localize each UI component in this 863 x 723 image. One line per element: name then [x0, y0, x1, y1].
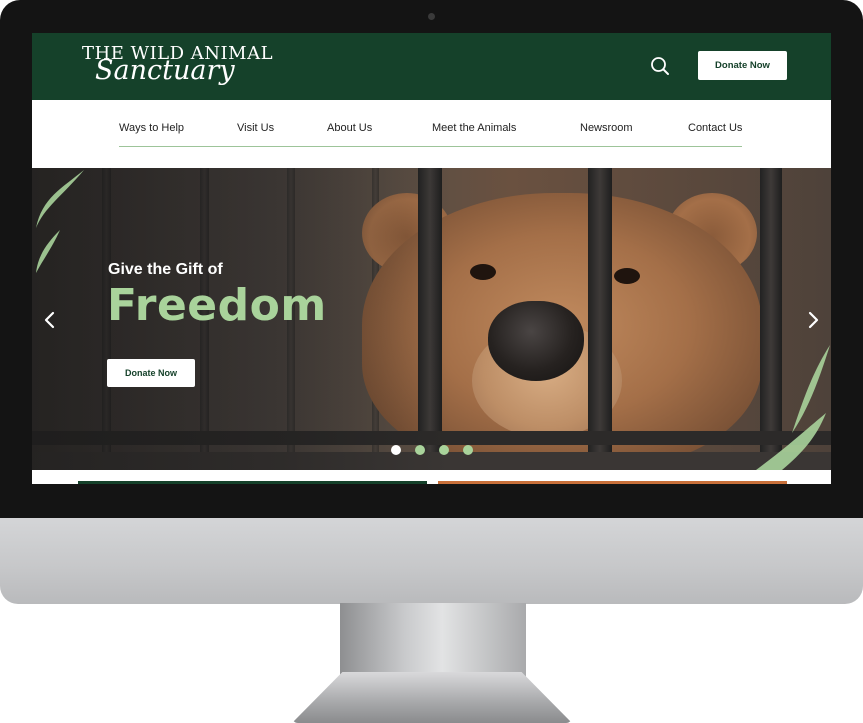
- chevron-right-icon[interactable]: [803, 310, 823, 330]
- nav-item-meet-the-animals[interactable]: Meet the Animals: [432, 122, 516, 134]
- bear-eye-left: [470, 264, 496, 280]
- nav-item-about-us[interactable]: About Us: [327, 122, 372, 134]
- search-icon[interactable]: [650, 56, 670, 76]
- chevron-left-icon[interactable]: [40, 310, 60, 330]
- logo-line-2: Sanctuary: [95, 55, 235, 86]
- slider-dot[interactable]: [415, 445, 425, 455]
- monitor-stand-base: [292, 672, 572, 723]
- main-nav: Ways to Help Visit Us About Us Meet the …: [32, 100, 831, 168]
- hero-title: Freedom: [107, 280, 327, 331]
- leaf-decoration-icon: [756, 345, 830, 470]
- slider-dot[interactable]: [463, 445, 473, 455]
- nav-item-ways-to-help[interactable]: Ways to Help: [119, 122, 184, 134]
- nav-item-visit-us[interactable]: Visit Us: [237, 122, 274, 134]
- nav-item-contact-us[interactable]: Contact Us: [688, 122, 742, 134]
- bear-eye-right: [614, 268, 640, 284]
- leaf-decoration-icon: [36, 170, 84, 273]
- nav-item-newsroom[interactable]: Newsroom: [580, 122, 633, 134]
- hero-kicker: Give the Gift of: [108, 261, 223, 278]
- bear-nose: [488, 301, 584, 381]
- site-logo[interactable]: THE WILD ANIMAL Sanctuary: [82, 43, 282, 95]
- cards-strip: [32, 470, 831, 484]
- hero-donate-button[interactable]: Donate Now: [107, 359, 195, 387]
- slider-dot[interactable]: [439, 445, 449, 455]
- monitor-chin: [0, 518, 863, 604]
- nav-divider: [119, 146, 742, 147]
- monitor-stand-neck: [340, 603, 526, 681]
- hero-slider: Give the Gift of Freedom Donate Now: [32, 168, 831, 470]
- website-screen: THE WILD ANIMAL Sanctuary Donate Now Way…: [32, 33, 831, 484]
- slider-dots: [391, 445, 511, 457]
- feature-card-green[interactable]: [78, 481, 427, 484]
- header-donate-button[interactable]: Donate Now: [698, 51, 787, 80]
- slider-dot[interactable]: [391, 445, 401, 455]
- camera-icon: [428, 13, 435, 20]
- cage-bar: [588, 168, 612, 470]
- feature-card-orange[interactable]: [438, 481, 787, 484]
- site-header: THE WILD ANIMAL Sanctuary Donate Now: [32, 33, 831, 100]
